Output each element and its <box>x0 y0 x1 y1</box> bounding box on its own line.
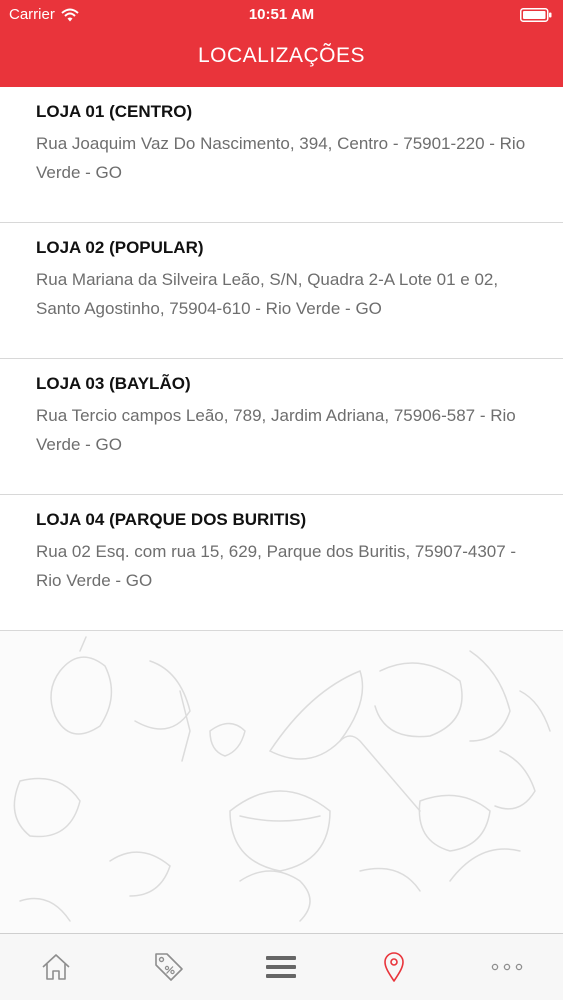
tab-menu[interactable] <box>225 934 338 1000</box>
tab-bar <box>0 933 563 1000</box>
page-title: LOCALIZAÇÕES <box>197 44 366 67</box>
home-icon <box>42 954 70 980</box>
location-name: LOJA 03 (BAYLÃO) <box>36 374 191 393</box>
tab-more[interactable] <box>450 934 563 1000</box>
location-item[interactable]: LOJA 01 (CENTRO) Rua Joaquim Vaz Do Nasc… <box>0 87 563 223</box>
tab-locations[interactable] <box>338 934 451 1000</box>
location-address: Rua Mariana da Silveira Leão, S/N, Quadr… <box>36 270 499 318</box>
header: Carrier 10:51 AM LOCALIZAÇÕES <box>0 0 563 87</box>
location-name: LOJA 02 (POPULAR) <box>36 238 204 257</box>
location-address: Rua 02 Esq. com rua 15, 629, Parque dos … <box>36 542 517 590</box>
tab-home[interactable] <box>0 934 113 1000</box>
location-list: LOJA 01 (CENTRO) Rua Joaquim Vaz Do Nasc… <box>0 87 563 631</box>
location-address: Rua Joaquim Vaz Do Nascimento, 394, Cent… <box>36 134 526 182</box>
food-doodle-background <box>0 631 563 934</box>
status-time: 10:51 AM <box>248 6 315 23</box>
location-pin-icon <box>384 952 404 982</box>
locations-screen: Carrier 10:51 AM LOCALIZAÇÕES LOJA 01 (C… <box>0 0 563 1000</box>
more-icon <box>491 963 522 971</box>
status-bar: Carrier 10:51 AM <box>0 0 563 30</box>
location-item[interactable]: LOJA 04 (PARQUE DOS BURITIS) Rua 02 Esq.… <box>0 495 563 631</box>
location-address: Rua Tercio campos Leão, 789, Jardim Adri… <box>36 406 516 454</box>
battery-icon <box>520 8 552 22</box>
tab-promotions[interactable] <box>113 934 226 1000</box>
menu-icon <box>266 956 297 978</box>
tag-percent-icon <box>155 953 183 981</box>
location-name: LOJA 01 (CENTRO) <box>36 102 193 121</box>
location-item[interactable]: LOJA 03 (BAYLÃO) Rua Tercio campos Leão,… <box>0 359 563 495</box>
location-name: LOJA 04 (PARQUE DOS BURITIS) <box>36 510 307 529</box>
location-item[interactable]: LOJA 02 (POPULAR) Rua Mariana da Silveir… <box>0 223 563 359</box>
food-doodle-pattern <box>13 636 551 922</box>
